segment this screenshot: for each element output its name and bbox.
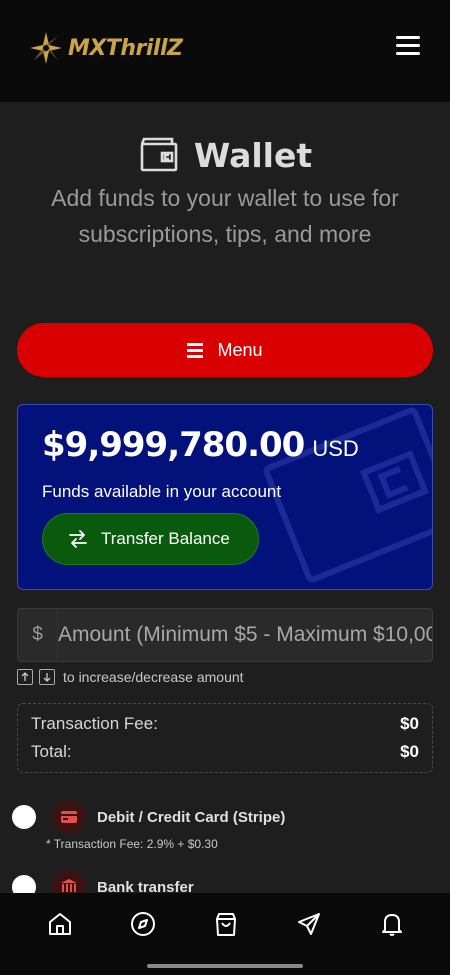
nav-messages[interactable]	[296, 911, 326, 941]
nav-explore[interactable]	[130, 911, 160, 941]
transaction-fee-label: Transaction Fee:	[31, 714, 158, 733]
menu-button-label: Menu	[217, 339, 263, 360]
transfer-balance-button[interactable]: Transfer Balance	[42, 513, 259, 565]
transaction-fee-row: Transaction Fee: $0	[31, 714, 419, 734]
transaction-fee-value: $0	[400, 714, 419, 733]
total-row: Total: $0	[31, 742, 419, 762]
nav-shop[interactable]	[213, 911, 243, 941]
balance-amount: $9,999,780.00	[42, 425, 305, 465]
card-radio[interactable]	[12, 805, 36, 829]
card-option-label: Debit / Credit Card (Stripe)	[97, 808, 286, 826]
top-bar: MXThrillZ	[0, 0, 450, 102]
balance-card: $9,999,780.00 USD Funds available in you…	[17, 404, 433, 590]
payment-option-card[interactable]: Debit / Credit Card (Stripe)	[12, 800, 285, 834]
amount-field-wrapper: $	[17, 608, 433, 662]
logo-star-icon	[30, 32, 62, 64]
shopping-bag-icon	[216, 913, 236, 936]
menu-button[interactable]: Menu	[17, 323, 433, 377]
send-icon	[298, 913, 320, 935]
amount-hint-text: to increase/decrease amount	[63, 669, 244, 685]
page-title: Wallet	[193, 135, 313, 175]
compass-icon	[131, 912, 155, 936]
hamburger-menu-icon[interactable]	[396, 36, 420, 56]
balance-currency: USD	[312, 436, 359, 461]
page-header: Wallet	[0, 134, 450, 176]
logo-text: MXThrillZ	[68, 35, 183, 61]
page-subtitle: Add funds to your wallet to use for subs…	[51, 185, 399, 247]
card-fee-note: * Transaction Fee: 2.9% + $0.30	[46, 837, 218, 851]
nav-home[interactable]	[47, 911, 77, 941]
menu-lines-icon	[187, 343, 204, 358]
wallet-icon	[140, 137, 178, 172]
total-label: Total:	[31, 742, 72, 761]
balance-amount-row: $9,999,780.00 USD	[42, 425, 359, 465]
home-indicator	[147, 964, 303, 968]
funds-available-label: Funds available in your account	[42, 482, 282, 501]
amount-input[interactable]	[58, 609, 432, 661]
total-value: $0	[400, 742, 419, 761]
brand-logo[interactable]: MXThrillZ	[28, 30, 183, 66]
credit-card-icon	[52, 800, 86, 834]
bottom-nav	[0, 893, 450, 975]
fee-summary: Transaction Fee: $0 Total: $0	[17, 703, 433, 773]
currency-prefix: $	[18, 609, 58, 661]
amount-hint: to increase/decrease amount	[17, 669, 244, 685]
transfer-balance-label: Transfer Balance	[101, 529, 230, 548]
swap-arrows-icon	[69, 530, 87, 548]
arrow-down-key-icon	[39, 669, 55, 685]
nav-notifications[interactable]	[379, 911, 409, 941]
arrow-up-key-icon	[17, 669, 33, 685]
home-icon	[49, 913, 71, 935]
bell-icon	[382, 914, 402, 936]
